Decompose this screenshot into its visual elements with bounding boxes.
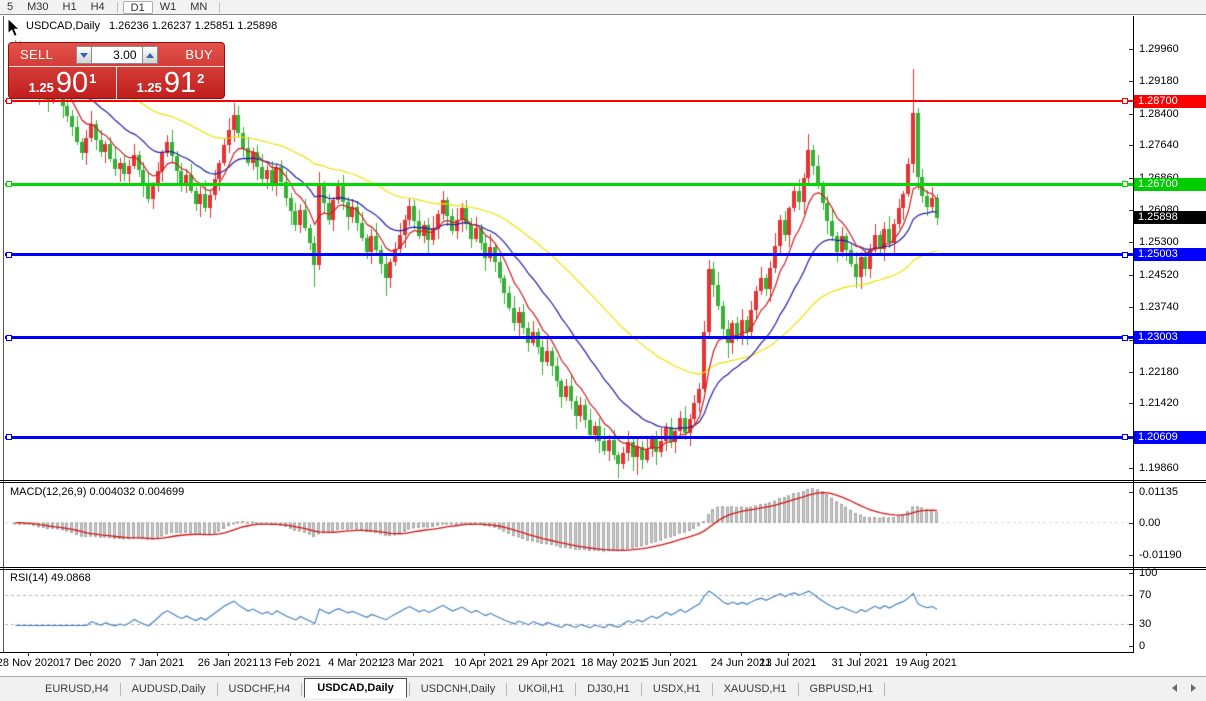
chart-left-border <box>3 16 4 652</box>
tab-scroll-left-icon[interactable] <box>1172 684 1177 692</box>
symbol-tab[interactable]: USDCNH,Daily <box>412 680 505 698</box>
tab-divider <box>409 683 410 696</box>
sell-price-sup: 1 <box>89 71 96 86</box>
timeframe-button-d1[interactable]: D1 <box>123 1 153 14</box>
chart-symbol-label: USDCAD,Daily <box>26 20 100 32</box>
tab-divider <box>884 683 885 696</box>
time-axis-border <box>0 652 1133 653</box>
timeframe-toolbar: 5M30H1H4 D1W1MN <box>0 0 1206 15</box>
tab-divider <box>641 683 642 696</box>
chart-canvas[interactable] <box>0 0 1206 701</box>
rsi-indicator-label: RSI(14) 49.0868 <box>10 572 91 584</box>
toolbar-divider <box>219 2 220 13</box>
chart-ohlc-values: 1.26236 1.26237 1.25851 1.25898 <box>109 20 277 32</box>
symbol-tab[interactable]: XAUUSD,H1 <box>715 680 796 698</box>
symbol-tab[interactable]: DJ30,H1 <box>578 680 639 698</box>
timeframe-button-w1[interactable]: W1 <box>153 1 184 14</box>
timeframe-buttons: 5M30H1H4 D1W1MN <box>0 1 1206 14</box>
pane-separator[interactable] <box>0 567 1206 568</box>
sell-price[interactable]: 1.25 90 1 <box>9 67 116 99</box>
timeframe-button-mn[interactable]: MN <box>183 1 214 14</box>
timeframe-button-m30[interactable]: M30 <box>20 1 55 14</box>
buy-price-big: 91 <box>164 69 196 98</box>
tab-scroll-nav <box>1172 684 1196 692</box>
tab-scroll-right-icon[interactable] <box>1191 684 1196 692</box>
price-axis-border <box>1133 16 1134 653</box>
volume-spinner <box>76 46 158 64</box>
trade-panel-prices: 1.25 90 1 1.25 91 2 <box>9 67 224 99</box>
sell-price-big: 90 <box>56 69 88 98</box>
chart-title: USDCAD,Daily 1.26236 1.26237 1.25851 1.25… <box>26 20 277 32</box>
toolbar-divider <box>117 2 118 13</box>
macd-indicator-label: MACD(12,26,9) 0.004032 0.004699 <box>10 486 184 498</box>
one-click-trading-panel: SELL BUY 1.25 90 1 1.25 91 2 <box>8 42 225 99</box>
tab-divider <box>506 683 507 696</box>
symbol-tab[interactable]: EURUSD,H4 <box>36 680 118 698</box>
timeframe-button-5[interactable]: 5 <box>0 1 20 14</box>
tab-divider <box>217 683 218 696</box>
tab-divider <box>712 683 713 696</box>
timeframe-button-h4[interactable]: H4 <box>84 1 112 14</box>
tab-divider <box>120 683 121 696</box>
symbol-tab-bar: EURUSD,H4 AUDUSD,Daily USDCHF,H4USDCAD,Dai… <box>0 677 1206 701</box>
triangle-down-icon <box>80 53 88 58</box>
symbol-tab[interactable]: USDX,H1 <box>644 680 710 698</box>
volume-increase-button[interactable] <box>142 46 158 64</box>
symbol-tab[interactable]: USDCHF,H4 <box>220 680 300 698</box>
pane-separator[interactable] <box>0 482 1206 483</box>
volume-decrease-button[interactable] <box>76 46 92 64</box>
tab-divider <box>798 683 799 696</box>
buy-price-small: 1.25 <box>137 80 162 95</box>
sell-price-small: 1.25 <box>29 80 54 95</box>
mouse-cursor-icon <box>7 18 21 43</box>
symbol-tab[interactable]: USDCAD,Daily <box>304 678 406 698</box>
buy-price-sup: 2 <box>197 71 204 86</box>
pane-separator[interactable] <box>0 569 1206 570</box>
sell-button[interactable]: SELL <box>20 47 53 62</box>
symbol-tab[interactable]: GBPUSD,H1 <box>801 680 883 698</box>
symbol-tab[interactable]: AUDUSD,Daily <box>123 680 215 698</box>
volume-input[interactable] <box>92 46 142 64</box>
timeframe-button-h1[interactable]: H1 <box>56 1 84 14</box>
pane-separator[interactable] <box>0 480 1206 481</box>
buy-button[interactable]: BUY <box>185 47 213 62</box>
tab-divider <box>301 683 302 696</box>
tab-divider <box>575 683 576 696</box>
triangle-up-icon <box>146 53 154 58</box>
symbol-tab[interactable]: UKOil,H1 <box>509 680 573 698</box>
buy-price[interactable]: 1.25 91 2 <box>116 67 224 99</box>
trade-panel-top-row: SELL BUY <box>9 43 224 66</box>
